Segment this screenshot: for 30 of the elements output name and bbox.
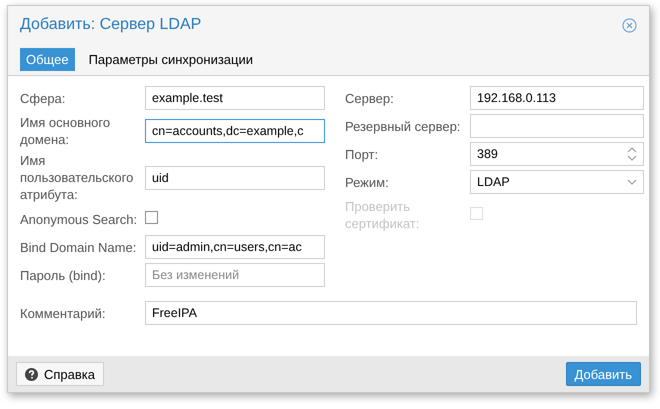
field-label: Сфера: [20, 90, 66, 106]
text-field[interactable]: 192.168.0.113 [470, 86, 644, 110]
text-field[interactable]: uid=admin,cn=users,cn=ac [145, 235, 325, 259]
help-icon [25, 368, 38, 380]
select-field[interactable]: LDAP [470, 170, 644, 194]
text-field[interactable]: Без изменений [145, 263, 325, 287]
text-field[interactable] [470, 114, 644, 138]
text-field[interactable]: FreeIPA [145, 301, 637, 325]
field-label: Режим: [345, 174, 390, 190]
field-label: Проверить сертификат: [345, 198, 420, 232]
close-icon[interactable] [622, 18, 637, 32]
chevron-down-icon [627, 179, 637, 185]
text-field[interactable]: cn=accounts,dc=example,c [145, 119, 325, 143]
text-field[interactable]: example.test [145, 86, 325, 110]
help-button[interactable]: Справка [16, 362, 104, 386]
field-label: Пароль (bind): [20, 266, 107, 284]
field-label: Сервер: [345, 90, 395, 106]
tab[interactable]: Параметры синхронизации [82, 48, 259, 71]
text-field[interactable]: uid [145, 166, 325, 190]
number-field[interactable]: 389 [470, 142, 644, 166]
field-label: Имя основного домена: [20, 114, 112, 148]
field-label: Bind Domain Name: [20, 238, 138, 256]
checkbox[interactable] [145, 211, 158, 224]
window-title: Добавить: Сервер LDAP [20, 16, 202, 34]
field-label: Резервный сервер: [345, 118, 462, 134]
spinner-icon [627, 146, 637, 162]
field-label: Порт: [345, 146, 380, 162]
field-label: Комментарий: [20, 304, 106, 322]
field-label: Anonymous Search: [20, 210, 138, 228]
field-label: Имя пользовательского атрибута: [20, 152, 134, 203]
